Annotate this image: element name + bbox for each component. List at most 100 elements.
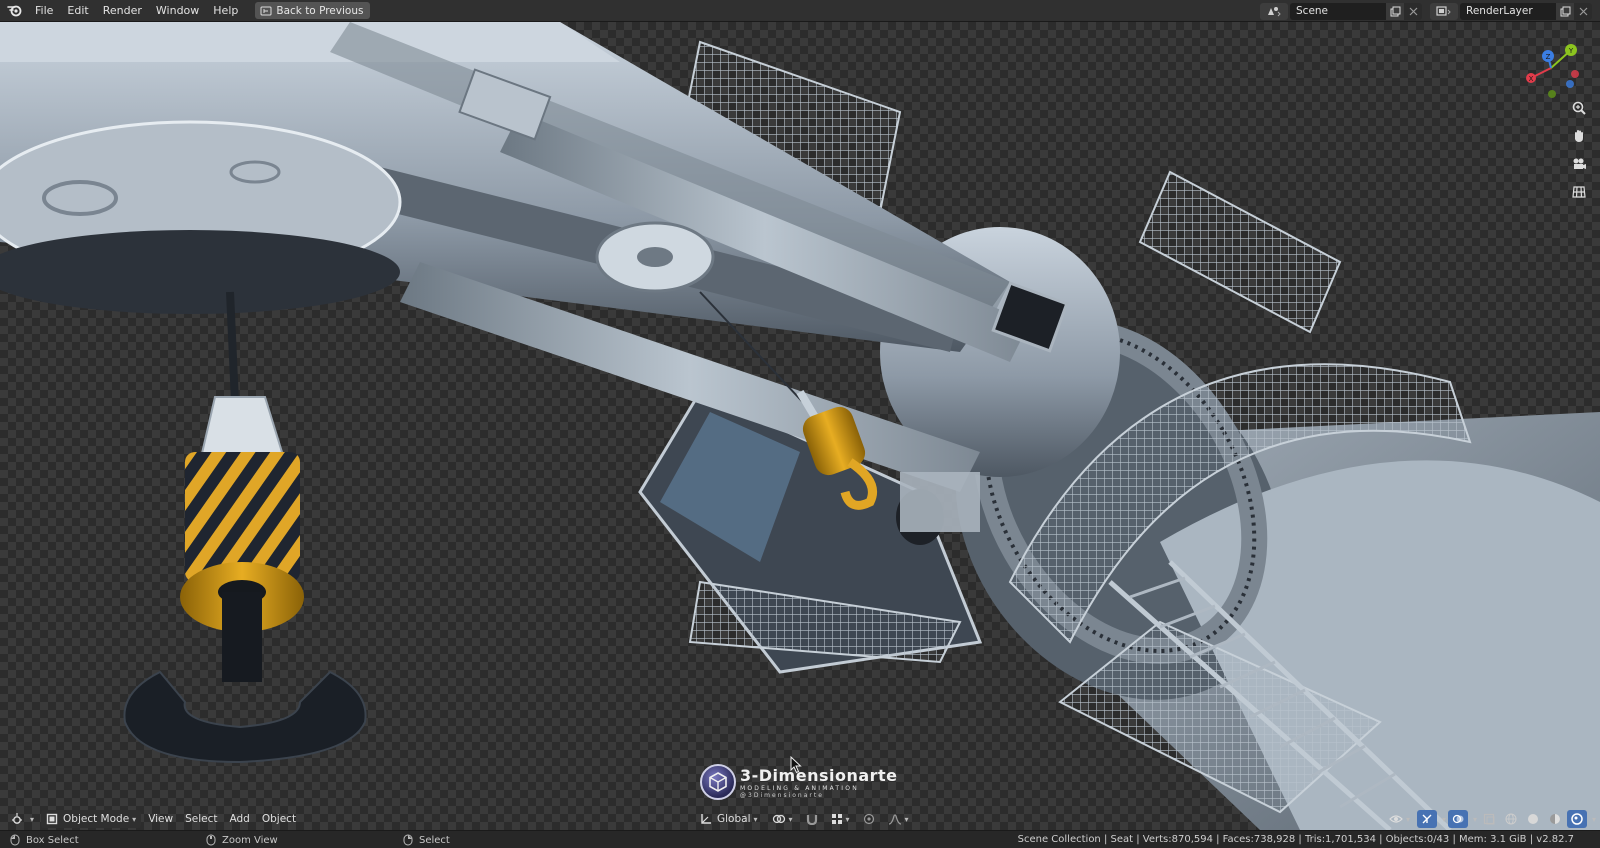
- top-bar: File Edit Render Window Help Back to Pre…: [0, 0, 1600, 22]
- overlay-icon: [1452, 814, 1464, 824]
- rendered-sphere-icon: [1571, 813, 1583, 825]
- back-to-previous-label: Back to Previous: [276, 4, 364, 17]
- chevron-down-icon[interactable]: ▾: [1442, 815, 1446, 824]
- grid-icon[interactable]: [1568, 181, 1590, 203]
- duplicate-icon: [1560, 6, 1570, 16]
- viewport-header: ▾ Object Mode ▾ View Select Add Object G…: [0, 808, 1600, 830]
- chevron-down-icon: ▾: [30, 814, 35, 824]
- pivot-point-dropdown[interactable]: ▾: [767, 810, 798, 828]
- menu-object[interactable]: Object: [257, 810, 301, 828]
- delete-view-layer-button[interactable]: [1574, 2, 1592, 20]
- gizmo-x-label: X: [1529, 75, 1534, 83]
- xray-toggle[interactable]: [1479, 810, 1499, 828]
- chevron-down-icon[interactable]: ▾: [1473, 815, 1477, 824]
- watermark-title: 3-Dimensionarte: [740, 765, 898, 785]
- gizmo-toggle[interactable]: [1416, 810, 1437, 828]
- chevron-down-icon: ▾: [788, 814, 793, 824]
- navigation-tools: [1568, 97, 1590, 203]
- back-screen-icon: [260, 6, 272, 15]
- falloff-curve-icon: [888, 814, 901, 825]
- snap-toggle[interactable]: [802, 810, 822, 828]
- scene-icon: [1268, 7, 1281, 17]
- mouse-left-icon: [10, 834, 20, 846]
- menu-help[interactable]: Help: [206, 0, 245, 22]
- new-view-layer-button[interactable]: [1556, 2, 1574, 20]
- gizmo-z-label: Z: [1546, 53, 1551, 61]
- pivot-icon: [772, 814, 785, 824]
- object-mode-label: Object Mode: [63, 813, 130, 825]
- eye-icon: [1389, 815, 1403, 823]
- status-middle-hint: Zoom View: [206, 831, 278, 848]
- status-right-hint: Select: [403, 831, 450, 848]
- view-layer-name-field[interactable]: RenderLayer: [1460, 2, 1556, 20]
- gizmo-y-label: Y: [1568, 47, 1574, 55]
- editor-type-button[interactable]: ▾: [6, 810, 39, 828]
- close-icon: [1409, 7, 1417, 15]
- scene-statistics: Scene Collection | Seat | Verts:870,594 …: [1017, 834, 1574, 845]
- orientation-icon: [701, 814, 711, 824]
- menu-edit[interactable]: Edit: [60, 0, 95, 22]
- blender-logo-icon[interactable]: [0, 0, 28, 22]
- status-right-action: Select: [419, 834, 450, 846]
- shading-wireframe-button[interactable]: [1501, 810, 1521, 828]
- close-icon: [1579, 7, 1587, 15]
- shading-rendered-button[interactable]: [1566, 810, 1587, 828]
- proportional-icon: [863, 813, 874, 825]
- wireframe-sphere-icon: [1505, 813, 1517, 825]
- status-bar: Box Select Zoom View Select Scene Collec…: [0, 830, 1600, 848]
- hand-icon[interactable]: [1568, 125, 1590, 147]
- status-left-hint: Box Select: [10, 831, 79, 848]
- orientation-label: Global: [717, 813, 751, 825]
- chevron-down-icon[interactable]: ▾: [1592, 815, 1596, 824]
- chevron-down-icon: ▾: [753, 814, 758, 824]
- chevron-down-icon: ▾: [904, 814, 909, 824]
- scene-selector: Scene: [1260, 2, 1422, 20]
- material-sphere-icon: [1549, 814, 1560, 824]
- watermark-handle: @3Dimensionarte: [740, 791, 824, 799]
- menu-render[interactable]: Render: [96, 0, 149, 22]
- watermark-logo-icon: [700, 764, 736, 800]
- navigation-gizmo[interactable]: X Y Z: [1518, 34, 1582, 98]
- watermark-subtitle: MODELING & ANIMATION: [740, 784, 859, 792]
- scene-type-button[interactable]: [1260, 2, 1288, 20]
- menu-add[interactable]: Add: [225, 810, 255, 828]
- crane-render: [0, 22, 1600, 830]
- proportional-editing-toggle[interactable]: [859, 810, 879, 828]
- 3d-viewport[interactable]: X Y Z 3-Dimensionarte MODELING & ANIMATI…: [0, 22, 1600, 830]
- object-mode-icon: [46, 813, 58, 825]
- shading-material-button[interactable]: [1545, 810, 1565, 828]
- status-middle-action: Zoom View: [222, 834, 278, 846]
- delete-scene-button[interactable]: [1404, 2, 1422, 20]
- back-to-previous-button[interactable]: Back to Previous: [255, 2, 371, 19]
- render-layer-icon: [1436, 6, 1451, 16]
- gizmo-icon: [1422, 814, 1432, 824]
- zoom-icon[interactable]: [1568, 97, 1590, 119]
- view-layer-selector: RenderLayer: [1430, 2, 1592, 20]
- 3d-viewport-icon: [12, 813, 22, 824]
- solid-sphere-icon: [1527, 814, 1538, 824]
- overlays-toggle[interactable]: [1447, 810, 1468, 828]
- menu-view[interactable]: View: [143, 810, 178, 828]
- menu-file[interactable]: File: [28, 0, 60, 22]
- transform-orientation-dropdown[interactable]: Global ▾: [695, 810, 763, 828]
- snap-target-dropdown[interactable]: ▾: [826, 810, 855, 828]
- chevron-down-icon: ▾: [132, 814, 137, 824]
- status-left-action: Box Select: [26, 834, 79, 846]
- mouse-middle-icon: [206, 834, 216, 846]
- chevron-down-icon: ▾: [1405, 814, 1410, 824]
- shading-solid-button[interactable]: [1523, 810, 1543, 828]
- object-mode-dropdown[interactable]: Object Mode ▾: [41, 810, 142, 828]
- menu-window[interactable]: Window: [149, 0, 206, 22]
- menu-select[interactable]: Select: [180, 810, 222, 828]
- magnet-icon: [806, 815, 817, 825]
- new-scene-button[interactable]: [1386, 2, 1404, 20]
- view-layer-type-button[interactable]: [1430, 2, 1458, 20]
- xray-icon: [1483, 813, 1495, 825]
- snap-grid-icon: [831, 814, 842, 824]
- falloff-dropdown[interactable]: ▾: [883, 810, 914, 828]
- scene-name-field[interactable]: Scene: [1290, 2, 1386, 20]
- mouse-cursor-icon: [790, 756, 802, 774]
- camera-icon[interactable]: [1568, 153, 1590, 175]
- visibility-dropdown[interactable]: ▾: [1384, 810, 1415, 828]
- chevron-down-icon: ▾: [845, 814, 850, 824]
